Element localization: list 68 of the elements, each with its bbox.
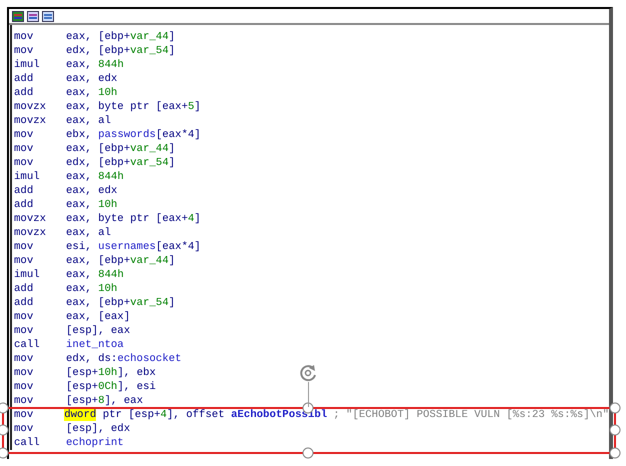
rotate-icon[interactable] (298, 363, 318, 383)
mnemonic: imul (14, 171, 41, 183)
operands: eax, 844h (66, 171, 124, 183)
mnemonic: movzx (14, 213, 48, 225)
operands: eax, [ebp+var_44] (66, 255, 176, 267)
mnemonic: movzx (14, 227, 48, 239)
operands: [esp+8], eax (66, 395, 143, 407)
mnemonic: mov (14, 325, 34, 337)
mnemonic: call (14, 339, 41, 351)
operands: edx, [ebp+var_54] (66, 45, 176, 57)
mnemonic: movzx (14, 101, 48, 113)
operands: eax, [ebp+var_44] (66, 143, 176, 155)
mnemonic: mov (14, 45, 34, 57)
mnemonic: mov (14, 409, 34, 421)
operands: [esp+0Ch], esi (66, 381, 156, 393)
mnemonic: mov (14, 381, 34, 393)
operands: eax, 844h (66, 59, 124, 71)
operands: echoprint (66, 437, 124, 449)
operands: eax, edx (66, 73, 118, 85)
operands: eax, [ebp+var_44] (66, 31, 176, 43)
mnemonic: mov (14, 157, 34, 169)
operands: eax, byte ptr [eax+4] (66, 213, 201, 225)
operands: eax, 10h (66, 283, 118, 295)
operands: ebx, passwords[eax*4] (66, 129, 201, 141)
mnemonic: mov (14, 423, 34, 435)
operands: eax, [eax] (66, 311, 130, 323)
mnemonic: mov (14, 255, 34, 267)
mnemonic: mov (14, 395, 34, 407)
operands: eax, al (66, 115, 111, 127)
operands: [esp], edx (66, 423, 130, 435)
mnemonic: add (14, 283, 34, 295)
operands: dword ptr [esp+4], offset aEchobotPossibl (64, 409, 328, 421)
mnemonic: mov (14, 241, 34, 253)
resize-handle[interactable] (0, 448, 8, 458)
resize-handle[interactable] (0, 402, 8, 414)
comment-text: ; "[ECHOBOT] POSSIBLE VULN [%s:23 %s:%s]\n" (333, 409, 609, 421)
operands: eax, 844h (66, 269, 124, 281)
operands: eax, [ebp+var_54] (66, 297, 176, 309)
resize-handle[interactable] (610, 424, 620, 436)
mnemonic: imul (14, 59, 41, 71)
operands: inet_ntoa (66, 339, 124, 351)
operands: eax, edx (66, 185, 118, 197)
mnemonic: add (14, 199, 34, 211)
mnemonic: call (14, 437, 41, 449)
mnemonic: mov (14, 311, 34, 323)
mnemonic: mov (14, 353, 34, 365)
operands: eax, byte ptr [eax+5] (66, 101, 201, 113)
operands: [esp], eax (66, 325, 130, 337)
mnemonic: add (14, 297, 34, 309)
mnemonic: add (14, 87, 34, 99)
operands: eax, 10h (66, 87, 118, 99)
operands: edx, [ebp+var_54] (66, 157, 176, 169)
operands: edx, ds:echosocket (66, 353, 182, 365)
operands: eax, 10h (66, 199, 118, 211)
mnemonic: mov (14, 367, 34, 379)
resize-handle[interactable] (610, 448, 620, 458)
operands: eax, al (66, 227, 111, 239)
mnemonic: add (14, 73, 34, 85)
mnemonic: imul (14, 269, 41, 281)
resize-handle[interactable] (0, 424, 8, 436)
resize-handle[interactable] (610, 402, 620, 414)
mnemonic: add (14, 185, 34, 197)
operands: [esp+10h], ebx (66, 367, 156, 379)
mnemonic: mov (14, 31, 34, 43)
mnemonic: mov (14, 129, 34, 141)
mnemonic: mov (14, 143, 34, 155)
operands: esi, usernames[eax*4] (66, 241, 201, 253)
mnemonic: movzx (14, 115, 48, 127)
